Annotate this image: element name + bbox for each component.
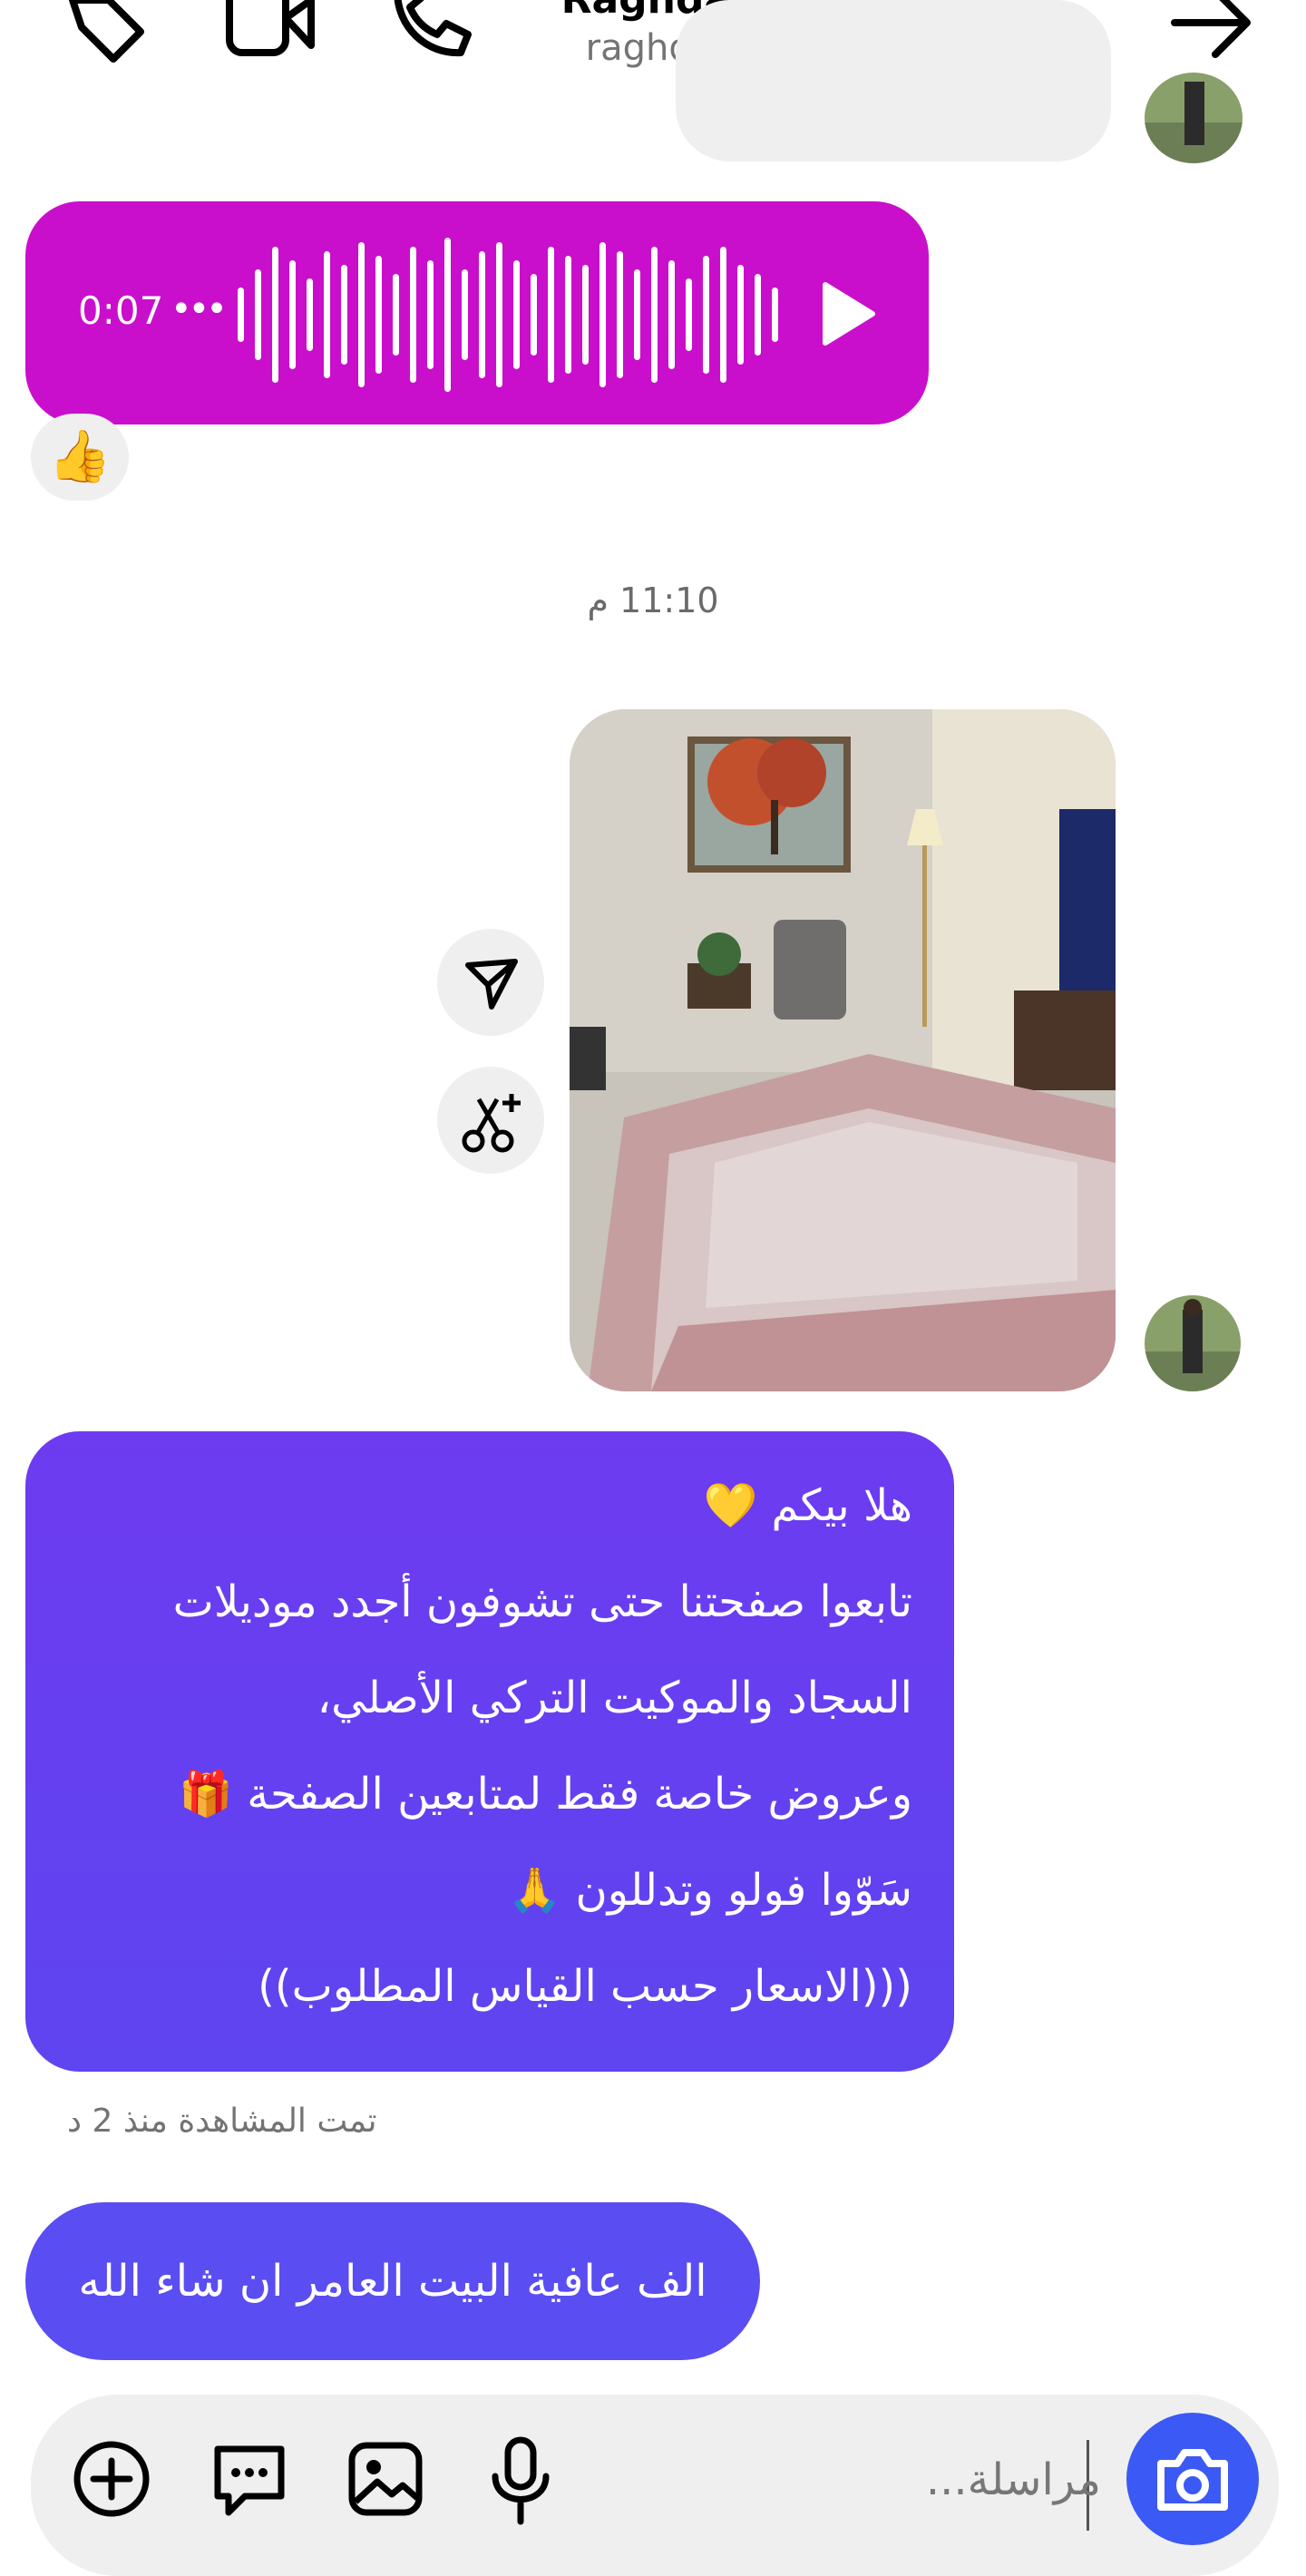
carpet-photo[interactable] bbox=[570, 709, 1116, 1391]
video-call-icon[interactable] bbox=[222, 0, 322, 63]
waveform-bar bbox=[651, 247, 658, 383]
add-icon[interactable] bbox=[71, 2438, 152, 2520]
message-line-4: وعروض خاصة فقط لمتابعين الصفحة 🎁 bbox=[179, 1769, 912, 1820]
message-line-5: سَوّوا فولو وتدللون 🙏 bbox=[507, 1865, 912, 1916]
sender-avatar[interactable] bbox=[1145, 73, 1243, 163]
waveform-bar bbox=[599, 242, 606, 387]
reply-message-bubble[interactable]: الف عافية البيت العامر ان شاء الله bbox=[25, 2202, 760, 2360]
waveform-bar bbox=[755, 274, 761, 356]
waveform-bar bbox=[737, 265, 744, 365]
waveform-bar bbox=[255, 269, 261, 360]
waveform-bar bbox=[668, 260, 675, 369]
waveform bbox=[238, 238, 778, 392]
gallery-icon[interactable] bbox=[345, 2438, 426, 2520]
promo-message-bubble[interactable]: هلا بيكم 💛 تابعوا صفحتنا حتى تشوفون أجدد… bbox=[25, 1431, 954, 2072]
share-button[interactable] bbox=[437, 929, 544, 1036]
waveform-bar bbox=[496, 242, 502, 387]
message-input[interactable]: مراسلة... bbox=[926, 2454, 1101, 2505]
remix-icon bbox=[462, 1094, 521, 1153]
waveform-bar bbox=[238, 288, 244, 342]
message-line-3: السجاد والموكيت التركي الأصلي، bbox=[317, 1673, 912, 1723]
waveform-bar bbox=[462, 269, 468, 360]
back-arrow-icon[interactable] bbox=[1165, 0, 1256, 63]
waveform-dots: ••• bbox=[171, 288, 228, 330]
waveform-bar bbox=[358, 242, 365, 387]
message-line-1: هلا بيكم 💛 bbox=[703, 1480, 912, 1531]
waveform-bar bbox=[272, 247, 278, 383]
tag-icon[interactable] bbox=[54, 0, 154, 63]
waveform-bar bbox=[617, 251, 623, 378]
waveform-bar bbox=[324, 251, 330, 378]
waveform-bar bbox=[427, 260, 434, 369]
voice-message-bubble[interactable]: 0:07 ••• bbox=[25, 201, 929, 424]
message-line-2: تابعوا صفحتنا حتى تشوفون أجدد موديلات bbox=[172, 1576, 912, 1627]
waveform-bar bbox=[565, 256, 571, 374]
message-composer: مراسلة... bbox=[31, 2395, 1279, 2576]
waveform-bar bbox=[393, 274, 399, 356]
waveform-bar bbox=[686, 278, 692, 351]
camera-button[interactable] bbox=[1126, 2413, 1259, 2545]
waveform-bar bbox=[513, 260, 520, 369]
sender-avatar[interactable] bbox=[1145, 1295, 1241, 1391]
waveform-bar bbox=[307, 278, 313, 351]
camera-icon bbox=[1157, 2449, 1228, 2511]
waveform-bar bbox=[548, 247, 554, 383]
sticker-icon[interactable] bbox=[209, 2438, 290, 2520]
waveform-bar bbox=[772, 288, 778, 342]
waveform-bar bbox=[531, 274, 537, 356]
waveform-bar bbox=[410, 247, 416, 383]
waveform-bar bbox=[720, 247, 726, 383]
waveform-bar bbox=[375, 256, 382, 374]
waveform-bar bbox=[634, 269, 640, 360]
remix-button[interactable] bbox=[437, 1067, 544, 1174]
waveform-bar bbox=[341, 265, 347, 365]
share-icon bbox=[465, 959, 518, 1010]
previous-message-bubble bbox=[676, 0, 1111, 161]
waveform-bar bbox=[703, 256, 709, 374]
voice-duration: 0:07 bbox=[78, 288, 164, 333]
waveform-bar bbox=[582, 265, 589, 365]
seen-status: تمت المشاهدة منذ 2 د bbox=[67, 2103, 377, 2140]
reaction-badge[interactable]: 👍 bbox=[31, 414, 129, 501]
waveform-bar bbox=[289, 260, 296, 369]
message-line-6: (((الاسعار حسب القياس المطلوب)) bbox=[258, 1961, 912, 2012]
timestamp-divider: 11:10 م bbox=[587, 581, 719, 620]
waveform-bar bbox=[479, 251, 485, 378]
waveform-bar bbox=[444, 238, 451, 392]
microphone-icon[interactable] bbox=[484, 2435, 557, 2525]
phone-icon[interactable] bbox=[381, 0, 481, 63]
play-icon[interactable] bbox=[816, 279, 880, 348]
